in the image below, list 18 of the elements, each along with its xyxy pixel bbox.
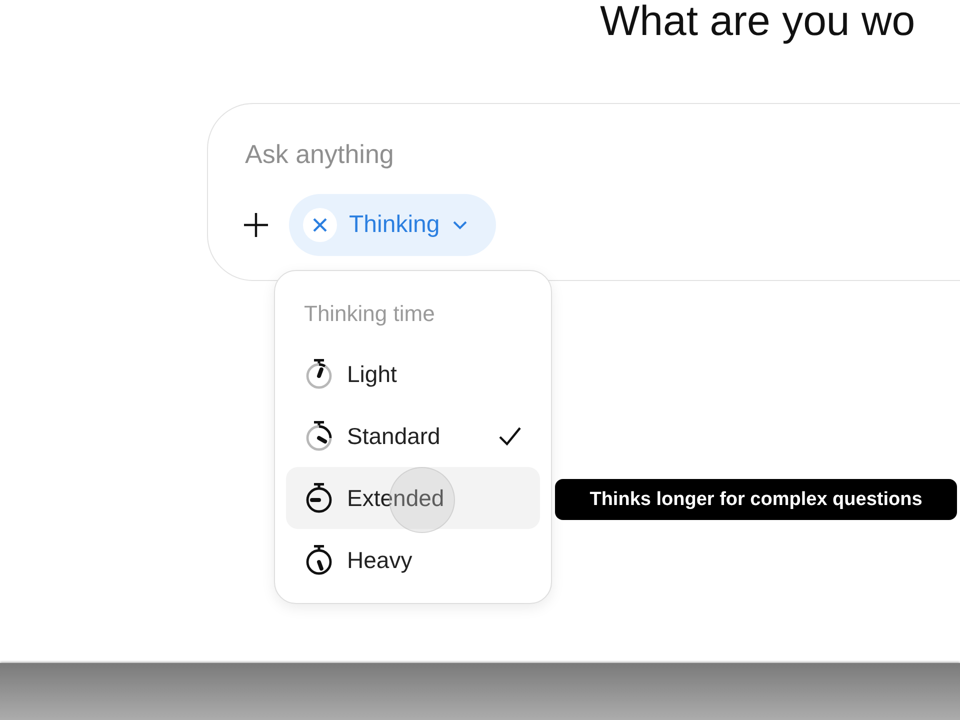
menu-item[interactable]: Standard xyxy=(286,405,540,467)
menu-item[interactable]: Light xyxy=(286,343,540,405)
chevron-down-icon xyxy=(452,220,468,230)
menu-item-label: Standard xyxy=(347,422,440,450)
menu-item-label: Light xyxy=(347,360,397,388)
menu-item[interactable]: Heavy xyxy=(286,529,540,591)
menu-item-label: Extended xyxy=(347,484,444,512)
thinking-mode-chip[interactable]: Thinking xyxy=(289,194,496,256)
menu-title: Thinking time xyxy=(303,300,436,328)
menu-item-label: Heavy xyxy=(347,546,412,574)
tooltip: Thinks longer for complex questions xyxy=(555,479,957,520)
page-heading: What are you wo xyxy=(599,0,916,46)
stopwatch-icon xyxy=(304,544,334,576)
stopwatch-icon xyxy=(304,482,334,514)
stopwatch-icon xyxy=(304,420,334,452)
close-icon[interactable] xyxy=(303,208,337,242)
add-button[interactable] xyxy=(241,210,271,240)
stopwatch-icon xyxy=(304,358,334,390)
